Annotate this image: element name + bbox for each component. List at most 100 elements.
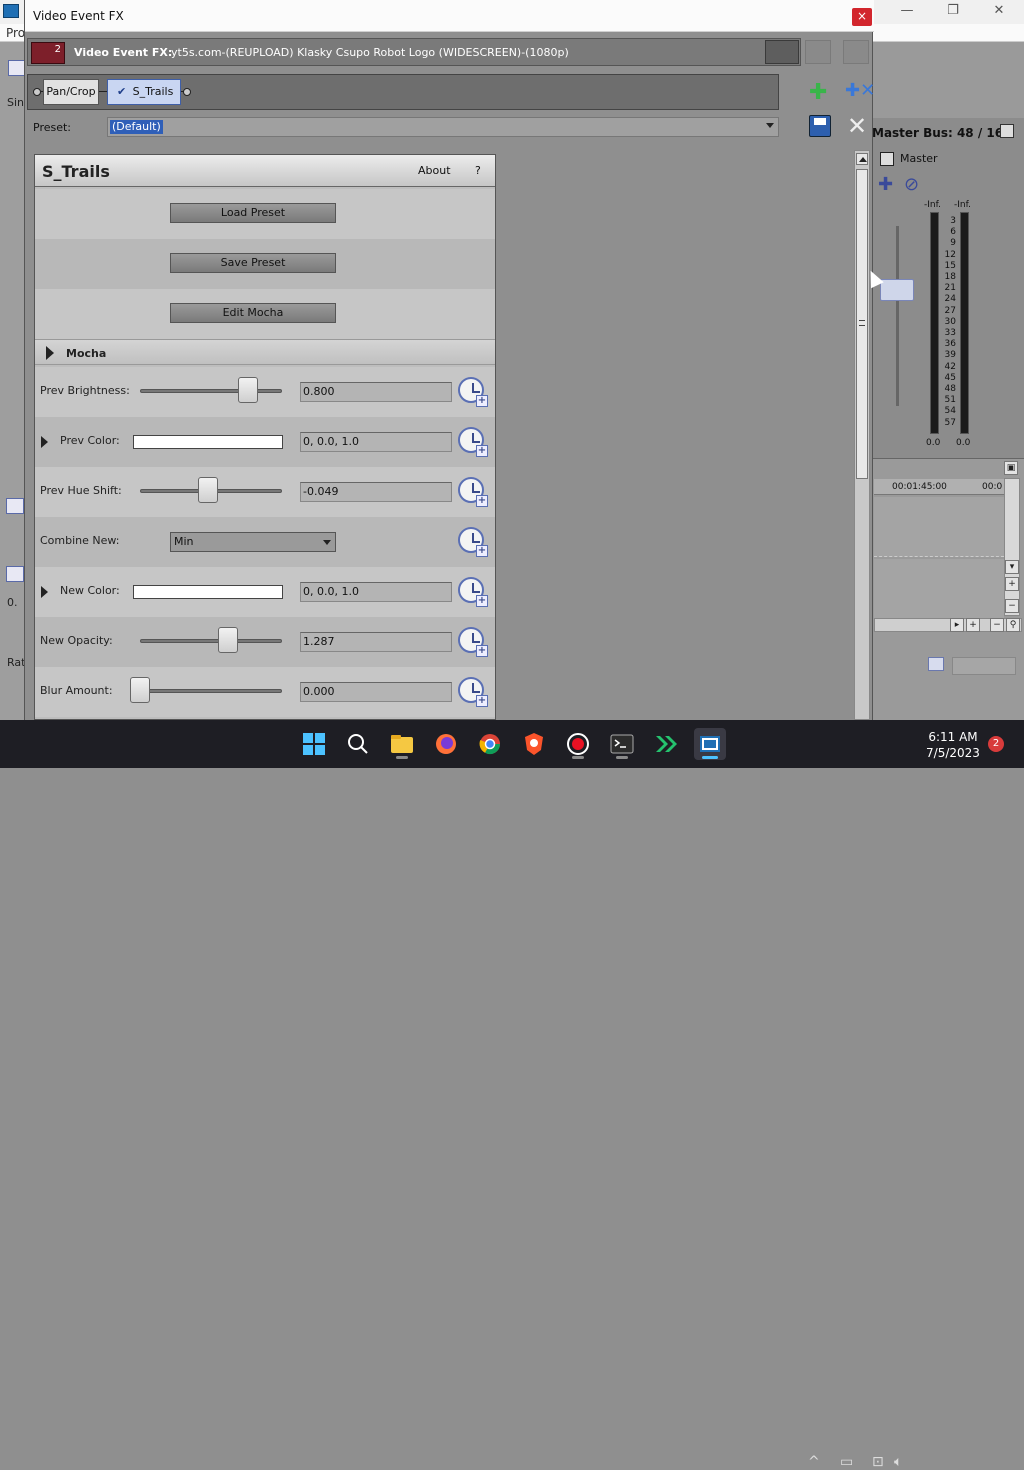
expand-triangle-icon[interactable] [41, 436, 48, 448]
slider-track[interactable] [140, 639, 282, 643]
value-field[interactable]: 0.800 [300, 382, 452, 402]
animate-keyframe-icon[interactable]: + [458, 427, 488, 457]
left-strip-text: 0. [7, 596, 18, 609]
about-link[interactable]: About [418, 164, 451, 177]
taskbar-app-vegas[interactable] [694, 728, 726, 760]
delete-preset-icon[interactable]: ✕ [847, 112, 867, 140]
main-close-button[interactable]: ✕ [988, 2, 1010, 20]
taskbar-app-recorder[interactable] [562, 728, 594, 760]
taskbar-app-media[interactable] [650, 728, 682, 760]
maximize-button[interactable]: ❐ [942, 2, 964, 20]
expand-triangle-icon[interactable] [41, 586, 48, 598]
value-field[interactable]: 0, 0.0, 1.0 [300, 432, 452, 452]
menu-item-partial[interactable]: Pro [6, 26, 25, 40]
minimize-button[interactable]: — [896, 2, 918, 20]
section-label: Mocha [66, 347, 107, 360]
slider-thumb[interactable] [130, 677, 150, 703]
save-preset-button[interactable]: Save Preset [170, 253, 336, 273]
timeline-ruler[interactable]: 00:01:45:00 00:0 [874, 479, 1004, 495]
video-track-lane[interactable] [874, 497, 1004, 557]
chain-tab-s-trails[interactable]: ✔ S_Trails [107, 79, 181, 105]
param-label: Prev Color: [60, 434, 120, 447]
chain-tab-pan-crop[interactable]: Pan/Crop [43, 79, 99, 105]
double-chevron-icon [656, 736, 677, 752]
load-preset-button[interactable]: Load Preset [170, 203, 336, 223]
taskbar-app-firefox[interactable] [430, 728, 462, 760]
add-plugin-icon[interactable]: ✚ [809, 80, 827, 105]
master-fx-icon[interactable] [880, 152, 894, 166]
value-field[interactable]: -0.049 [300, 482, 452, 502]
track-icon[interactable] [6, 566, 24, 582]
animate-keyframe-icon[interactable]: + [458, 627, 488, 657]
track-icon[interactable] [6, 498, 24, 514]
fx-option-icon[interactable] [805, 40, 831, 64]
color-swatch[interactable] [133, 435, 283, 449]
fx-chain-toggle-icon[interactable] [765, 40, 799, 64]
zoom-in-button[interactable]: + [1005, 577, 1019, 591]
timeline-vertical-scrollbar[interactable] [1004, 478, 1020, 616]
save-preset-icon[interactable] [809, 115, 831, 137]
remove-plugin-icon[interactable]: ✚✕ [845, 80, 875, 101]
search-button[interactable] [342, 728, 374, 760]
animate-keyframe-icon[interactable]: + [458, 477, 488, 507]
start-button[interactable] [298, 728, 330, 760]
track-status-icon[interactable] [928, 657, 944, 671]
animate-keyframe-icon[interactable]: + [458, 577, 488, 607]
animate-keyframe-icon[interactable]: + [458, 527, 488, 557]
value-field[interactable]: 0.000 [300, 682, 452, 702]
mocha-section-header[interactable]: Mocha [35, 339, 495, 365]
value-field[interactable]: 1.287 [300, 632, 452, 652]
peak-left: -Inf. [924, 200, 941, 210]
battery-icon[interactable]: ▭ [840, 1454, 853, 1470]
taskbar-app-terminal[interactable] [606, 728, 638, 760]
zoom-tool-icon[interactable]: ⚲ [1006, 618, 1020, 632]
marker-icon[interactable]: ▣ [1004, 461, 1018, 475]
close-button[interactable]: × [852, 8, 872, 26]
taskbar-app-brave[interactable] [518, 728, 550, 760]
bus-properties-icon[interactable] [1000, 124, 1014, 138]
audio-track-lane[interactable] [874, 559, 1004, 619]
meter-scale-tick: 57 [944, 417, 956, 428]
edit-mocha-row: Edit Mocha [35, 289, 495, 339]
animate-keyframe-icon[interactable]: + [458, 677, 488, 707]
expand-triangle-icon[interactable] [46, 346, 54, 360]
help-link[interactable]: ? [475, 164, 481, 177]
enabled-check-icon[interactable]: ✔ [115, 80, 129, 104]
insert-fx-icon[interactable]: ✚ [878, 174, 893, 195]
slider-track[interactable] [140, 389, 282, 393]
meter-scale-tick: 24 [944, 294, 956, 305]
color-swatch[interactable] [133, 585, 283, 599]
scroll-right-button[interactable]: ▸ [950, 618, 964, 632]
value-field[interactable]: 0, 0.0, 1.0 [300, 582, 452, 602]
slider-thumb[interactable] [218, 627, 239, 653]
volume-fader[interactable] [880, 279, 914, 301]
zoom-out-button[interactable]: − [990, 618, 1004, 632]
scroll-down-button[interactable]: ▾ [1005, 560, 1019, 574]
taskbar-app-file-explorer[interactable] [386, 728, 418, 760]
notification-badge[interactable]: 2 [988, 736, 1004, 752]
track-slider[interactable] [952, 657, 1016, 675]
slider-thumb[interactable] [237, 377, 258, 403]
zoom-in-button[interactable]: + [966, 618, 980, 632]
network-icon[interactable]: ⊡ [872, 1454, 884, 1470]
fx-option-icon[interactable] [843, 40, 869, 64]
meter-scale-tick: 18 [944, 272, 956, 283]
scroll-thumb[interactable] [856, 169, 868, 479]
plugin-body: Load Preset Save Preset Edit Mocha Mocha… [35, 189, 495, 719]
clock[interactable]: 6:11 AM 7/5/2023 [918, 729, 988, 761]
combine-mode-dropdown[interactable]: Min [170, 532, 336, 552]
zoom-out-button[interactable]: − [1005, 599, 1019, 613]
plugin-vertical-scrollbar[interactable] [854, 150, 870, 720]
show-hidden-icons-chevron[interactable]: ^ [808, 1454, 820, 1470]
slider-thumb[interactable] [197, 477, 218, 503]
animate-keyframe-icon[interactable]: + [458, 377, 488, 407]
edit-mocha-button[interactable]: Edit Mocha [170, 303, 336, 323]
volume-icon[interactable]: 🔈︎ [894, 1454, 902, 1470]
mute-icon[interactable]: ⊘ [904, 174, 919, 195]
param-row-prev-brightness: Prev Brightness: 0.800 + [35, 367, 495, 417]
taskbar-app-chrome[interactable] [474, 728, 506, 760]
slider-track[interactable] [130, 689, 282, 693]
param-row-prev-color: Prev Color: 0, 0.0, 1.0 + [35, 417, 495, 467]
scroll-up-button[interactable] [856, 153, 868, 165]
preset-dropdown[interactable]: (Default) [107, 117, 779, 137]
